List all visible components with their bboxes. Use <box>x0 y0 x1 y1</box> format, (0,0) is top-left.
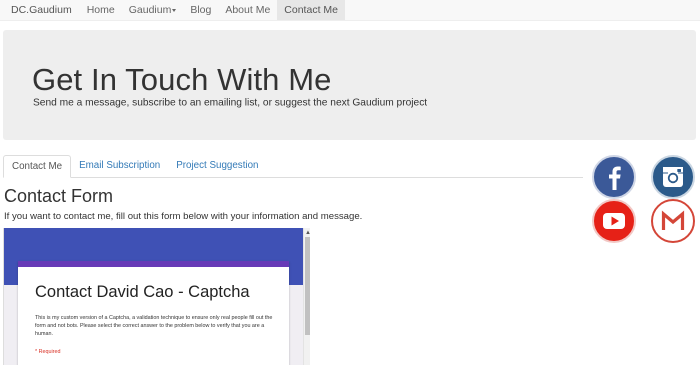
youtube-link[interactable] <box>592 199 636 243</box>
form-title: Contact David Cao - Captcha <box>35 283 250 301</box>
scroll-thumb[interactable] <box>305 237 310 335</box>
form-scrollbar[interactable]: ▲ <box>303 228 310 365</box>
gmail-icon <box>661 210 685 230</box>
contact-form-description: If you want to contact me, fill out this… <box>4 211 363 222</box>
nav-item-about-me[interactable]: About Me <box>218 0 277 20</box>
hero-title: Get In Touch With Me <box>32 62 332 97</box>
nav-item-gaudium-dropdown[interactable]: Gaudium <box>122 0 184 20</box>
contact-tabs: Contact Me Email Subscription Project Su… <box>3 155 583 178</box>
form-card: Contact David Cao - Captcha This is my c… <box>18 261 289 365</box>
embedded-form-frame[interactable]: Contact David Cao - Captcha This is my c… <box>3 228 310 365</box>
instagram-icon <box>663 167 683 187</box>
caret-down-icon <box>172 8 177 12</box>
scroll-up-arrow-icon[interactable]: ▲ <box>305 230 310 236</box>
youtube-icon <box>603 213 625 229</box>
hero-subtitle: Send me a message, subscribe to an email… <box>33 97 428 109</box>
nav-item-blog[interactable]: Blog <box>183 0 218 20</box>
required-note: * Required <box>35 349 61 355</box>
nav-menu: Home Gaudium Blog About Me Contact Me <box>80 0 345 20</box>
nav-item-contact-me[interactable]: Contact Me <box>277 0 345 20</box>
contact-form-heading: Contact Form <box>4 186 114 206</box>
nav-item-gaudium-label: Gaudium <box>128 4 172 16</box>
top-navbar: DC.Gaudium Home Gaudium Blog About Me Co… <box>0 0 700 21</box>
tab-email-subscription[interactable]: Email Subscription <box>71 155 168 178</box>
gmail-link[interactable] <box>651 199 695 243</box>
facebook-link[interactable] <box>592 155 636 199</box>
facebook-icon <box>609 166 621 190</box>
instagram-link[interactable] <box>651 155 695 199</box>
hero-banner: Get In Touch With Me Send me a message, … <box>3 30 696 140</box>
form-description: This is my custom version of a Captcha, … <box>35 315 273 337</box>
tab-project-suggestion[interactable]: Project Suggestion <box>168 155 266 178</box>
tab-contact-me[interactable]: Contact Me <box>3 155 72 178</box>
brand-link[interactable]: DC.Gaudium <box>0 0 80 20</box>
nav-item-home[interactable]: Home <box>80 0 122 20</box>
